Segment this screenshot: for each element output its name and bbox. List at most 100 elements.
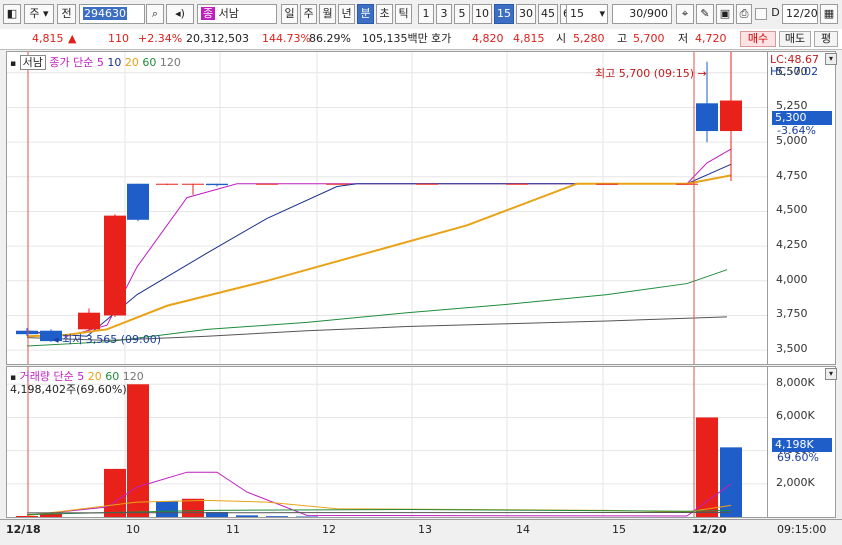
interval-button[interactable]: 10: [472, 4, 492, 24]
price-change: 110: [108, 32, 129, 46]
count-field[interactable]: 30/900: [612, 4, 672, 24]
volume-bar: [182, 499, 204, 517]
date-checkbox[interactable]: [755, 8, 767, 20]
candle-body: [596, 184, 618, 185]
price-tick-label: 4,500: [776, 204, 808, 216]
candle-body: [78, 313, 100, 330]
low-annotation: ◂ 최저 3,565 (09:00): [53, 331, 161, 347]
crosshair-time: 09:15:00: [777, 523, 826, 536]
candle-body: [676, 184, 698, 185]
mode-label: 주: [29, 7, 39, 20]
count-total: /900: [643, 7, 668, 20]
volume-ratio: 144.73%: [262, 32, 311, 46]
bid-price: 4,815: [513, 32, 545, 46]
speaker-icon[interactable]: ◂): [166, 4, 194, 24]
period-button[interactable]: 틱: [395, 4, 412, 24]
period-button[interactable]: 분: [357, 4, 374, 24]
volume-chart-panel[interactable]: ▪ 거래량 단순 5 20 60 120 4,198,402주(69.60%): [6, 366, 768, 518]
high-price: 5,700: [633, 32, 665, 46]
search-icon[interactable]: ⌕: [146, 4, 164, 24]
period-button[interactable]: 월: [319, 4, 336, 24]
all-button[interactable]: 전: [57, 4, 76, 24]
candle-body: [206, 184, 228, 185]
buy-button[interactable]: 매수: [740, 31, 776, 47]
current-volume-tag: 4,198K: [772, 438, 832, 452]
interval-button[interactable]: 30: [516, 4, 536, 24]
low-annotation-text: 최저 3,565 (09:00): [62, 333, 161, 346]
sell-button[interactable]: 매도: [779, 31, 811, 47]
volume-tick-label: 8,000K: [776, 377, 815, 389]
save-icon[interactable]: ▣: [716, 4, 734, 24]
interval-button[interactable]: 15: [494, 4, 514, 24]
up-arrow-icon: ▲: [68, 32, 76, 46]
x-tick-label: 12/18: [6, 523, 41, 536]
volume-bar: [156, 501, 178, 517]
chart-menu-icon[interactable]: ◧: [3, 4, 21, 24]
draw-tool-icon[interactable]: ✎: [696, 4, 714, 24]
chevron-down-icon: ▾: [599, 5, 605, 23]
current-price-tag: 5,300: [772, 111, 832, 125]
volume-panel-menu-icon[interactable]: ▾: [825, 368, 837, 380]
volume-bar: [127, 384, 149, 517]
price-chart[interactable]: [7, 52, 767, 364]
price-tick-label: 3,750: [776, 308, 808, 320]
candle-body: [256, 184, 278, 185]
panel-close-icon[interactable]: ▪: [10, 59, 16, 69]
high-annotation: 최고 5,700 (09:15) →: [595, 65, 707, 81]
period-button[interactable]: 일: [281, 4, 298, 24]
candle-body: [720, 101, 742, 132]
period-button[interactable]: 주: [300, 4, 317, 24]
arrow-left-icon: ◂: [53, 333, 59, 346]
count-value: 30: [629, 7, 643, 20]
type-badge: 종: [201, 7, 215, 20]
date-flag-label: D: [769, 4, 782, 24]
x-tick-label: 12: [322, 523, 336, 536]
x-tick-label: 15: [612, 523, 626, 536]
low-label: 저: [678, 32, 688, 46]
candle-body: [506, 184, 528, 185]
period-button[interactable]: 초: [376, 4, 393, 24]
interval-button[interactable]: 3: [436, 4, 452, 24]
stock-code-input[interactable]: 294630: [79, 4, 145, 24]
price-chart-panel[interactable]: ▪ 서남 종가 단순 5 10 20 60 120 최고 5,700 (09:1…: [6, 51, 768, 365]
current-price-pct: -3.64%: [777, 124, 816, 137]
date-input[interactable]: 12/20: [782, 4, 818, 24]
interval-button[interactable]: 45: [538, 4, 558, 24]
x-tick-label: 11: [226, 523, 240, 536]
ma120-legend: 120: [160, 56, 181, 69]
stock-tag: 서남: [20, 55, 46, 70]
mode-select[interactable]: 주 ▾: [24, 4, 54, 24]
ma10-legend: 10: [107, 56, 121, 69]
period-button[interactable]: 년: [338, 4, 355, 24]
price-tick-label: 4,000: [776, 274, 808, 286]
open-price: 5,280: [573, 32, 605, 46]
trade-value: 105,135백만: [362, 32, 428, 46]
ma-legend-title: 종가 단순 5: [49, 56, 103, 69]
eval-button[interactable]: 평: [814, 31, 838, 47]
change-percent: +2.34%: [138, 32, 182, 46]
interval-button[interactable]: 1: [418, 4, 434, 24]
volume-bar: [16, 516, 38, 517]
candle-body: [104, 216, 126, 316]
arrow-right-icon: →: [698, 67, 707, 80]
volume-info: 4,198,402주(69.60%): [10, 381, 127, 397]
price-legend: ▪ 서남 종가 단순 5 10 20 60 120: [10, 54, 181, 70]
high-annotation-text: 최고 5,700 (09:15): [595, 67, 694, 80]
crosshair-icon[interactable]: ⌖: [676, 4, 694, 24]
interval-select[interactable]: 15 ▾: [566, 4, 608, 24]
volume-bar: [266, 516, 288, 517]
ma60-legend: 60: [142, 56, 156, 69]
volume-tick-label: 2,000K: [776, 477, 815, 489]
current-volume-pct: 69.60%: [777, 451, 819, 464]
candle-body: [326, 184, 348, 185]
ask-label: 호가: [431, 32, 451, 46]
candle-body: [696, 103, 718, 131]
x-tick-label: 10: [126, 523, 140, 536]
interval-button[interactable]: 5: [454, 4, 470, 24]
price-tick-label: 4,750: [776, 170, 808, 182]
volume-tick-label: 6,000K: [776, 410, 815, 422]
calendar-icon[interactable]: ▦: [820, 4, 838, 24]
panel-menu-icon[interactable]: ▾: [825, 53, 837, 65]
stock-name-field[interactable]: 종 서남: [197, 4, 277, 24]
print-icon[interactable]: ⎙: [736, 4, 752, 24]
